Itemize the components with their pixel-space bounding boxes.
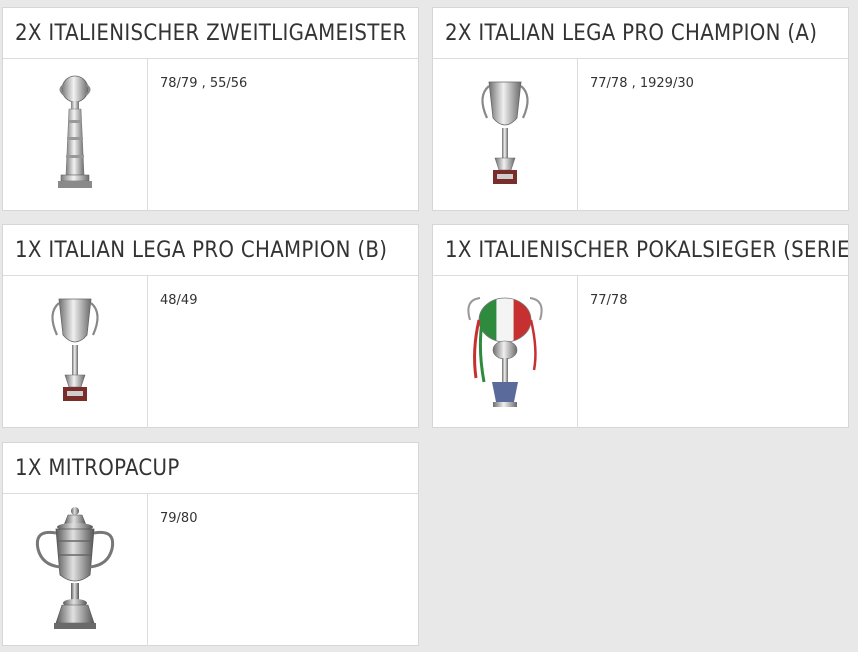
silver-cup-trophy-icon bbox=[3, 276, 148, 428]
trophy-title: 1X ITALIAN LEGA PRO CHAMPION (B) bbox=[3, 225, 418, 276]
tricolor-ribbon-cup-icon bbox=[433, 276, 578, 428]
trophy-title: 1X MITROPACUP bbox=[3, 443, 418, 494]
silver-cup-trophy-icon bbox=[433, 59, 578, 211]
trophy-seasons: 77/78 , 1929/30 bbox=[590, 76, 694, 91]
trophy-seasons: 48/49 bbox=[160, 293, 198, 308]
trophy-title: 1X ITALIENISCHER POKALSIEGER (SERIE C) bbox=[433, 225, 848, 276]
trophy-card: 2X ITALIENISCHER ZWEITLIGAMEISTER 78/79 … bbox=[2, 7, 419, 211]
trophy-title: 2X ITALIAN LEGA PRO CHAMPION (A) bbox=[433, 8, 848, 59]
trophy-seasons: 78/79 , 55/56 bbox=[160, 76, 248, 91]
trophy-seasons: 77/78 bbox=[590, 293, 628, 308]
lidded-urn-trophy-icon bbox=[3, 494, 148, 646]
tall-column-trophy-icon bbox=[3, 59, 148, 211]
trophy-card: 2X ITALIAN LEGA PRO CHAMPION (A) 77/78 ,… bbox=[432, 7, 849, 211]
trophy-title: 2X ITALIENISCHER ZWEITLIGAMEISTER bbox=[3, 8, 418, 59]
trophy-card: 1X ITALIAN LEGA PRO CHAMPION (B) 48/49 bbox=[2, 224, 419, 428]
trophy-card: 1X MITROPACUP 79/80 bbox=[2, 442, 419, 646]
trophy-seasons: 79/80 bbox=[160, 511, 198, 526]
trophy-card: 1X ITALIENISCHER POKALSIEGER (SERIE C) 7… bbox=[432, 224, 849, 428]
